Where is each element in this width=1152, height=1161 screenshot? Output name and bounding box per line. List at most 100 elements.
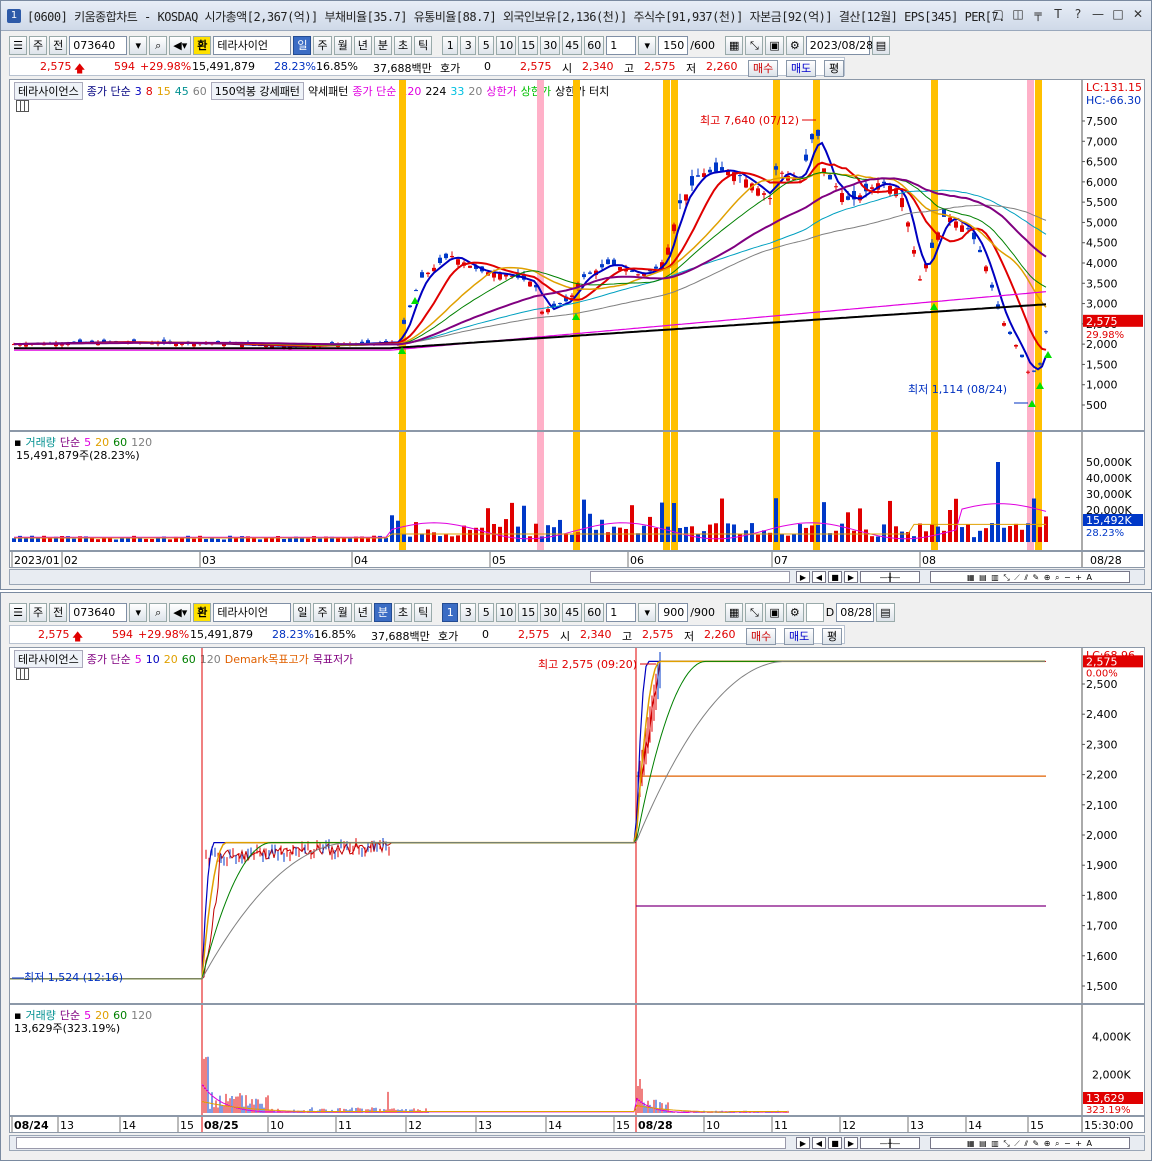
- scroll-thumb[interactable]: [590, 571, 790, 583]
- count-input-2[interactable]: 900: [658, 602, 689, 622]
- tool-icons[interactable]: ▦ ▤ ▥ ⤡ ⟋ ⫽ ✎ ⊕ ⌕ − + A: [930, 571, 1130, 583]
- restore-icon[interactable]: ▢: [991, 7, 1005, 21]
- unit-select[interactable]: 1: [606, 35, 637, 55]
- period-day-2[interactable]: 일: [293, 602, 312, 622]
- scroll-thumb-2[interactable]: [16, 1137, 786, 1149]
- scroll-next-icon[interactable]: ▶: [844, 571, 858, 583]
- period-month-2[interactable]: 월: [333, 602, 352, 622]
- interval-15[interactable]: 15: [518, 35, 539, 55]
- draw-icon[interactable]: ⤡: [745, 35, 764, 55]
- type-select-2[interactable]: 주: [29, 602, 48, 622]
- interval-5-2[interactable]: 5: [478, 602, 495, 622]
- interval-45[interactable]: 45: [562, 35, 583, 55]
- code-dropdown-icon[interactable]: ▾: [129, 35, 148, 55]
- avg-button-2[interactable]: 평: [822, 628, 843, 645]
- sell-button-2[interactable]: 매도: [784, 628, 815, 645]
- interval-60[interactable]: 60: [584, 35, 605, 55]
- sound-icon[interactable]: ◀▾: [169, 35, 192, 55]
- scroll-next-icon-2[interactable]: ▶: [844, 1137, 858, 1149]
- period-week-2[interactable]: 주: [313, 602, 332, 622]
- zoom-slider-2[interactable]: —╂—: [860, 1137, 920, 1149]
- chart-type-icon-2[interactable]: ▦: [724, 602, 744, 622]
- period-week[interactable]: 주: [313, 35, 332, 55]
- font-icon[interactable]: T: [1051, 7, 1065, 21]
- stop-icon[interactable]: ■: [828, 571, 842, 583]
- period-second-2[interactable]: 초: [393, 602, 413, 622]
- volume-tick: 30,000K: [1086, 488, 1132, 501]
- unit-select-2[interactable]: 1: [606, 602, 637, 622]
- sell-button[interactable]: 매도: [786, 60, 817, 77]
- menu-icon-2[interactable]: ☰: [9, 602, 27, 622]
- unit-dropdown-icon-2[interactable]: ▾: [638, 602, 657, 622]
- minute-price-chart[interactable]: 테라사이언스 종가 단순 5 10 20 60 120 Demark목표고가 목…: [9, 647, 1145, 1004]
- zoom-slider[interactable]: —╂—: [860, 571, 920, 583]
- interval-30[interactable]: 30: [540, 35, 561, 55]
- unit-dropdown-icon[interactable]: ▾: [638, 35, 657, 55]
- scroll-prev-icon[interactable]: ◀: [812, 571, 826, 583]
- sound-icon-2[interactable]: ◀▾: [169, 602, 192, 622]
- period-day[interactable]: 일: [293, 35, 312, 55]
- prev-button[interactable]: 전: [49, 35, 68, 55]
- pin-icon[interactable]: ╤: [1031, 7, 1045, 21]
- interval-60-2[interactable]: 60: [584, 602, 605, 622]
- help-icon[interactable]: ?: [1071, 7, 1085, 21]
- tool-icons-2[interactable]: ▦ ▤ ▥ ⤡ ⟋ ⫽ ✎ ⊕ ⌕ − + A: [930, 1137, 1130, 1149]
- interval-10[interactable]: 10: [496, 35, 517, 55]
- gear-icon[interactable]: ⚙: [785, 35, 804, 55]
- interval-1[interactable]: 1: [442, 35, 459, 55]
- interval-45-2[interactable]: 45: [562, 602, 583, 622]
- interval-15-2[interactable]: 15: [518, 602, 539, 622]
- interval-3[interactable]: 3: [460, 35, 477, 55]
- tile-icon[interactable]: ◫: [1011, 7, 1025, 21]
- scroll-prev-icon-2[interactable]: ◀: [812, 1137, 826, 1149]
- count-input[interactable]: 150: [658, 35, 689, 55]
- date-input-2[interactable]: 08/28: [836, 602, 875, 622]
- code-input-2[interactable]: 073640: [69, 602, 128, 622]
- interval-3-2[interactable]: 3: [460, 602, 477, 622]
- code-dropdown-icon-2[interactable]: ▾: [129, 602, 148, 622]
- draw-icon-2[interactable]: ⤡: [745, 602, 764, 622]
- minimize-icon[interactable]: —: [1091, 7, 1105, 21]
- period-year-2[interactable]: 년: [353, 602, 372, 622]
- interval-1-2[interactable]: 1: [442, 602, 459, 622]
- calendar-icon-2[interactable]: ▤: [876, 602, 895, 622]
- interval-30-2[interactable]: 30: [540, 602, 561, 622]
- close-icon[interactable]: ✕: [1131, 7, 1145, 21]
- stop-icon-2[interactable]: ■: [828, 1137, 842, 1149]
- search-icon-2[interactable]: ⌕: [149, 602, 168, 622]
- chart-type-icon[interactable]: ▦: [724, 35, 744, 55]
- chart-scrollbar-2[interactable]: ▶ ◀ ■ ▶ —╂— ▦ ▤ ▥ ⤡ ⟋ ⫽ ✎ ⊕ ⌕ − + A: [9, 1135, 1145, 1151]
- interval-5[interactable]: 5: [478, 35, 495, 55]
- save-icon[interactable]: ▣: [765, 35, 784, 55]
- avg-button[interactable]: 평: [824, 60, 845, 77]
- scroll-start-icon-2[interactable]: ▶: [796, 1137, 810, 1149]
- save-icon-2[interactable]: ▣: [765, 602, 784, 622]
- type-select[interactable]: 주: [29, 35, 48, 55]
- fx-button-2[interactable]: 환: [193, 602, 212, 622]
- chart-scrollbar[interactable]: ▶ ◀ ■ ▶ —╂— ▦ ▤ ▥ ⤡ ⟋ ⫽ ✎ ⊕ ⌕ − + A: [9, 569, 1145, 585]
- prev-button-2[interactable]: 전: [49, 602, 68, 622]
- gear-icon-2[interactable]: ⚙: [785, 602, 804, 622]
- buy-button[interactable]: 매수: [748, 60, 779, 77]
- menu-icon[interactable]: ☰: [9, 35, 27, 55]
- scroll-start-icon[interactable]: ▶: [796, 571, 810, 583]
- daily-volume-chart[interactable]: ▪ 거래량 단순 5 20 60 120 15,491,879주(28.23%)…: [9, 431, 1145, 551]
- d-checkbox[interactable]: [805, 602, 824, 622]
- period-tick[interactable]: 틱: [414, 35, 433, 55]
- calendar-icon[interactable]: ▤: [871, 35, 891, 55]
- period-minute[interactable]: 분: [373, 35, 392, 55]
- maximize-icon[interactable]: □: [1111, 7, 1125, 21]
- period-minute-2[interactable]: 분: [373, 602, 392, 622]
- period-second[interactable]: 초: [393, 35, 413, 55]
- period-month[interactable]: 월: [333, 35, 352, 55]
- interval-10-2[interactable]: 10: [496, 602, 517, 622]
- fx-button[interactable]: 환: [193, 35, 212, 55]
- search-icon[interactable]: ⌕: [149, 35, 168, 55]
- minute-volume-chart[interactable]: ▪ 거래량 단순 5 20 60 120 13,629주(323.19%) 4,…: [9, 1004, 1145, 1116]
- code-input[interactable]: 073640: [69, 35, 128, 55]
- date-input[interactable]: 2023/08/28: [805, 35, 873, 55]
- daily-price-chart[interactable]: 테라사이언스 종가 단순 3 8 15 45 60 150억봉 강세패턴 약세패…: [9, 79, 1145, 431]
- period-year[interactable]: 년: [353, 35, 372, 55]
- buy-button-2[interactable]: 매수: [746, 628, 777, 645]
- period-tick-2[interactable]: 틱: [414, 602, 433, 622]
